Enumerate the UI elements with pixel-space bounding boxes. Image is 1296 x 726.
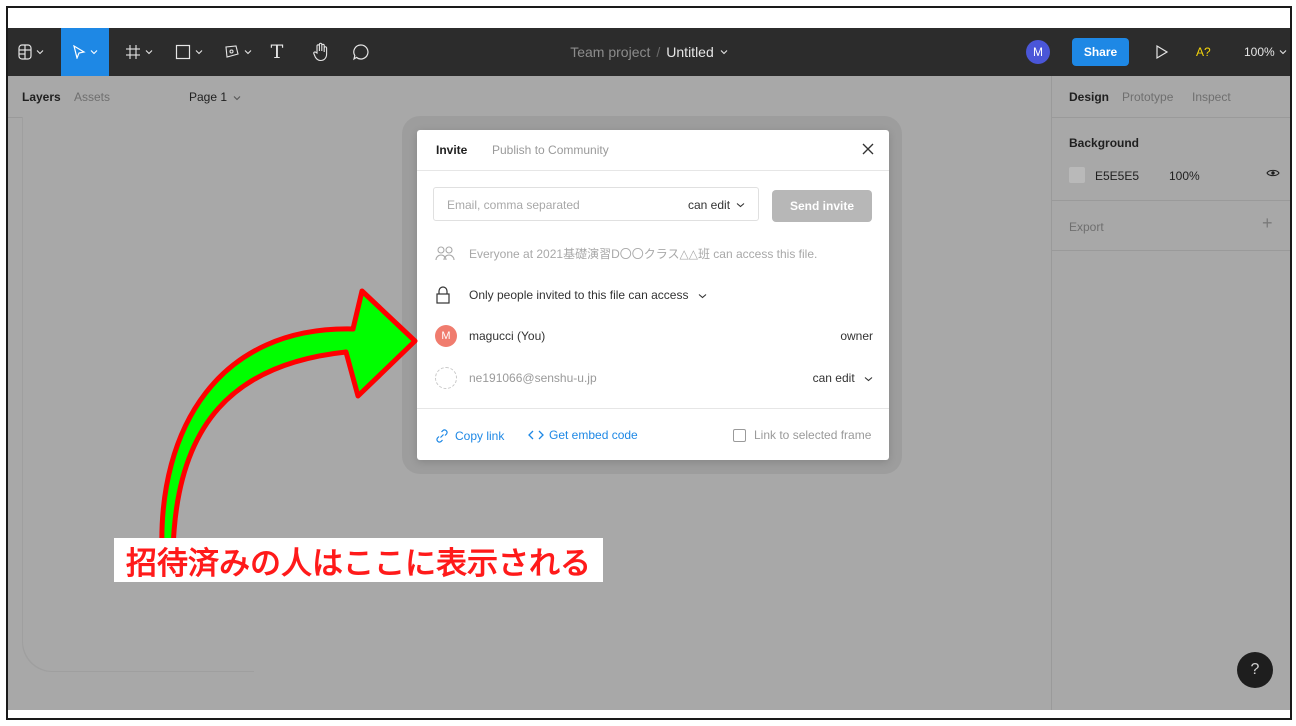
annotation-arrow bbox=[159, 288, 418, 555]
figma-window: T Team project / Untitled M Share A? 100… bbox=[8, 28, 1290, 710]
annotation-caption: 招待済みの人はここに表示される bbox=[114, 538, 603, 582]
